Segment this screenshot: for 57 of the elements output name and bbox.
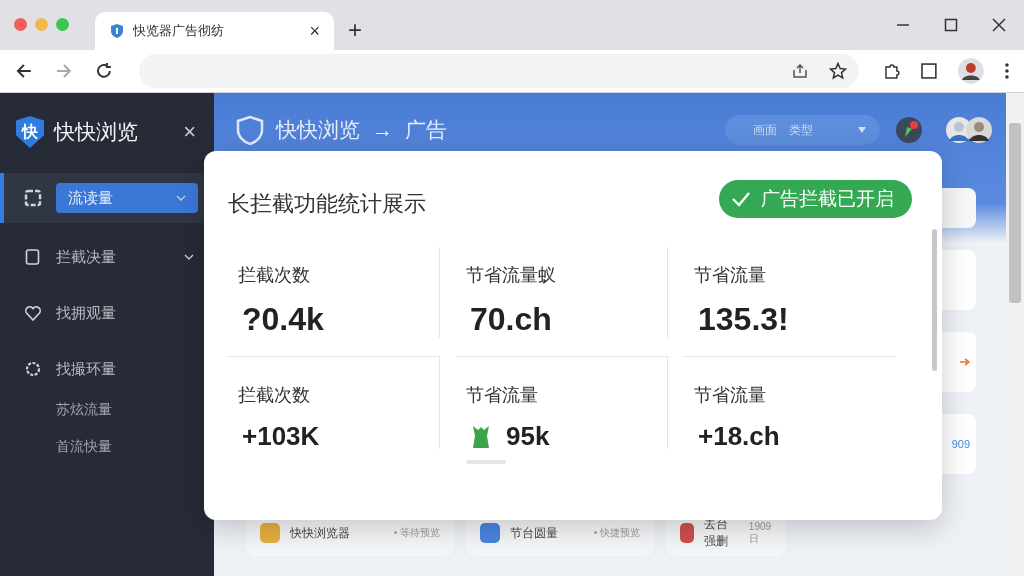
stat-value: 135.3! (698, 301, 789, 338)
status-icon[interactable] (896, 117, 922, 143)
close-window-dot[interactable] (14, 17, 27, 31)
new-tab-button[interactable]: + (348, 16, 362, 44)
sidebar-close-button[interactable]: × (183, 119, 196, 145)
page-section: 广告 (405, 116, 447, 144)
logo-shield: 快 (16, 116, 44, 148)
minimize-window-dot[interactable] (35, 17, 48, 31)
tab-close-button[interactable]: × (309, 20, 320, 42)
stat-value: 70.ch (470, 301, 552, 338)
sidebar-item[interactable]: 拦截决量 (0, 235, 214, 279)
tab-title: 快览器广告彻纺 (133, 22, 225, 40)
star-icon[interactable] (828, 62, 847, 80)
stat-value: 95k (506, 421, 550, 452)
stat-label: 节省流量 (694, 264, 767, 287)
share-icon[interactable] (790, 62, 809, 80)
caret-icon (858, 127, 866, 133)
maximize-icon[interactable] (944, 18, 958, 32)
menu-item-icon (24, 360, 42, 378)
card-note: 1909日 (748, 520, 772, 546)
shield-icon (109, 23, 125, 39)
sidebar-item[interactable]: 找撮环量 (0, 347, 214, 391)
avatar-icon[interactable] (958, 58, 985, 84)
stat-label: 节省流量 (466, 384, 539, 407)
close-icon[interactable] (992, 18, 1006, 32)
card-title: 快快浏览器 (290, 524, 350, 542)
shield-icon (236, 115, 264, 145)
brand-name: 快快浏览 (54, 119, 139, 145)
card-number: 909 (951, 438, 970, 450)
stat-label: 拦截次数 (238, 384, 311, 407)
card-note: • 快捷预览 (593, 526, 640, 540)
page-title: 快快浏览 (276, 117, 360, 143)
menu-icon[interactable] (1004, 62, 1010, 80)
browser-tab[interactable]: 快览器广告彻纺 × (95, 12, 334, 50)
menu-item-icon (24, 304, 42, 322)
stat-value: ?0.4k (242, 301, 324, 338)
sidebar-item[interactable]: 找拥观量 (0, 291, 214, 335)
card-title: 节台圆量 (510, 524, 558, 542)
dialog-scrollbar[interactable] (932, 229, 937, 371)
avatar-icon[interactable] (966, 117, 992, 143)
arrow-icon (960, 358, 970, 366)
plant-icon (470, 423, 492, 450)
puzzle-icon[interactable] (882, 62, 901, 80)
breadcrumb-arrow: → (372, 118, 393, 142)
stat-value: +103K (242, 421, 320, 452)
menu-item-icon (24, 248, 42, 266)
dialog-title: 长拦截功能统计展示 (228, 190, 426, 218)
check-icon (731, 190, 751, 207)
stat-value: +18.ch (698, 421, 780, 452)
menu-item-icon (24, 189, 42, 207)
stat-label: 拦截次数 (238, 264, 311, 287)
maximize-window-dot[interactable] (56, 17, 69, 31)
stat-label: 节省流量蚁 (466, 264, 557, 287)
sidebar-icon[interactable] (920, 62, 939, 80)
stat-label: 节省流量 (694, 384, 767, 407)
card-note: • 等待预览 (393, 526, 440, 540)
scrollbar[interactable] (1006, 93, 1024, 576)
